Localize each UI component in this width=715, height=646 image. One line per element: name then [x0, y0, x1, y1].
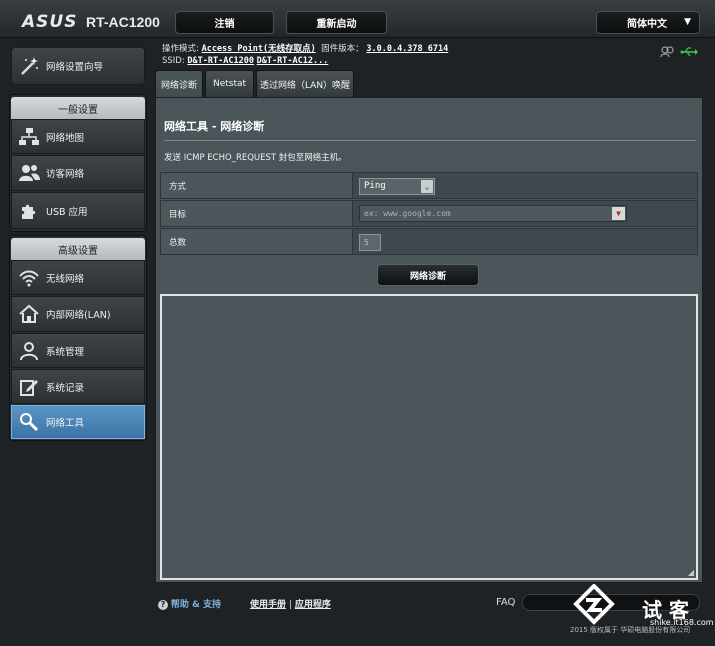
method-value: Ping — [364, 181, 386, 191]
mode-label: 操作模式: — [162, 44, 199, 54]
tab-wake-on-lan[interactable]: 透过网络（LAN）唤醒 — [256, 70, 354, 97]
faq-label: FAQ — [496, 597, 516, 608]
count-row: 总数 5 — [160, 228, 698, 255]
dropdown-arrow-icon[interactable]: ▼ — [612, 207, 625, 220]
ssid-line: SSID: D&T-RT-AC1200 D&T-RT-AC12... — [162, 56, 328, 66]
copyright-text: 2015 版权属于 华硕电脑股份有限公司 — [570, 626, 691, 634]
asus-logo: ASUS — [22, 12, 78, 32]
usb-status-icon[interactable] — [680, 46, 698, 61]
sidebar-item-label: 网络工具 — [46, 418, 85, 429]
sidebar-item-label: 网络设置向导 — [46, 62, 104, 73]
firmware-label: 固件版本： — [321, 44, 364, 54]
sidebar-item-network-tools[interactable]: 网络工具 — [11, 405, 145, 439]
question-icon: ? — [158, 600, 168, 610]
user-admin-icon — [18, 340, 40, 362]
diagnosis-output-textarea[interactable]: ◢ — [160, 294, 698, 580]
users-icon[interactable] — [660, 46, 674, 61]
wrench-icon — [18, 411, 40, 433]
guest-network-icon — [18, 162, 40, 184]
puzzle-icon — [18, 200, 40, 222]
help-support[interactable]: ? 帮助 & 支持 — [158, 597, 221, 610]
method-select[interactable]: Ping ⌄ — [359, 178, 435, 195]
advanced-settings-heading: 高级设置 — [11, 238, 145, 260]
home-icon — [18, 303, 40, 325]
sidebar-item-lan[interactable]: 内部网络(LAN) — [11, 296, 145, 332]
resize-handle-icon[interactable]: ◢ — [688, 568, 694, 577]
utility-link[interactable]: 应用程序 — [295, 600, 331, 610]
reboot-button[interactable]: 重新启动 — [286, 11, 387, 34]
logout-button[interactable]: 注销 — [175, 11, 274, 34]
tab-network-diagnosis[interactable]: 网络诊断 — [155, 70, 203, 97]
sidebar-item-wizard[interactable]: 网络设置向导 — [11, 47, 145, 85]
page-description: 发送 ICMP ECHO_REQUEST 封包至网络主机。 — [164, 153, 347, 163]
tab-netstat[interactable]: Netstat — [205, 70, 254, 97]
count-label: 总数 — [161, 229, 353, 254]
sidebar-item-label: 系统管理 — [46, 346, 85, 358]
page-title: 网络工具 - 网络诊断 — [164, 120, 265, 133]
title-divider — [164, 140, 696, 141]
sidebar-item-label: 系统记录 — [46, 382, 85, 394]
sidebar-item-label: 网络地图 — [46, 132, 85, 144]
chevron-down-icon: ▼ — [684, 17, 691, 27]
chevron-down-icon: ⌄ — [421, 180, 433, 193]
diagnose-button[interactable]: 网络诊断 — [377, 264, 479, 286]
ssid-link-2[interactable]: D&T-RT-AC12... — [257, 56, 329, 66]
sidebar-item-guest-network[interactable]: 访客网络 — [11, 155, 145, 191]
firmware-link[interactable]: 3.0.0.4.378_6714 — [366, 44, 448, 54]
top-bar: ASUS RT-AC1200 注销 重新启动 简体中文 ▼ — [0, 0, 715, 38]
sidebar-item-admin[interactable]: 系统管理 — [11, 333, 145, 368]
sidebar-item-label: 内部网络(LAN) — [46, 310, 111, 321]
edit-log-icon — [18, 376, 40, 398]
sidebar-item-label: 无线网络 — [46, 273, 85, 285]
sidebar-item-usb-app[interactable]: USB 应用 — [11, 192, 145, 229]
general-settings-heading: 一般设置 — [11, 97, 145, 119]
language-select[interactable]: 简体中文 ▼ — [596, 11, 700, 34]
language-label: 简体中文 — [627, 19, 667, 30]
ssid-link-1[interactable]: D&T-RT-AC1200 — [187, 56, 254, 66]
footer-separator: | — [288, 600, 292, 610]
ssid-label: SSID: — [162, 56, 185, 66]
router-model: RT-AC1200 — [86, 14, 160, 30]
sidebar-item-label: 访客网络 — [46, 169, 85, 180]
magic-wand-icon — [18, 55, 40, 77]
footer-links: 使用手册 | 应用程序 — [250, 597, 331, 610]
sidebar-item-wireless[interactable]: 无线网络 — [11, 260, 145, 295]
help-support-link[interactable]: 帮助 & 支持 — [171, 600, 221, 610]
shike-logo-icon — [573, 584, 615, 625]
target-row: 目标 ex: www.google.com ▼ — [160, 200, 698, 227]
method-row: 方式 Ping ⌄ — [160, 172, 698, 199]
sidebar-item-label: USB 应用 — [46, 206, 88, 218]
method-label: 方式 — [161, 173, 353, 198]
operation-mode-line: 操作模式: Access Point(无线存取点) 固件版本： 3.0.0.4.… — [162, 42, 448, 54]
manual-link[interactable]: 使用手册 — [250, 600, 286, 610]
sidebar-item-network-map[interactable]: 网络地图 — [11, 119, 145, 154]
count-input[interactable]: 5 — [359, 234, 381, 251]
target-label: 目标 — [161, 201, 353, 226]
main-panel: 网络工具 - 网络诊断 发送 ICMP ECHO_REQUEST 封包至网络主机… — [155, 97, 703, 583]
target-placeholder: ex: www.google.com — [364, 209, 451, 218]
sidebar-item-syslog[interactable]: 系统记录 — [11, 369, 145, 404]
wifi-icon — [18, 267, 40, 289]
mode-link[interactable]: Access Point(无线存取点) — [202, 44, 316, 54]
network-map-icon — [18, 126, 40, 148]
target-input[interactable]: ex: www.google.com ▼ — [359, 205, 627, 222]
